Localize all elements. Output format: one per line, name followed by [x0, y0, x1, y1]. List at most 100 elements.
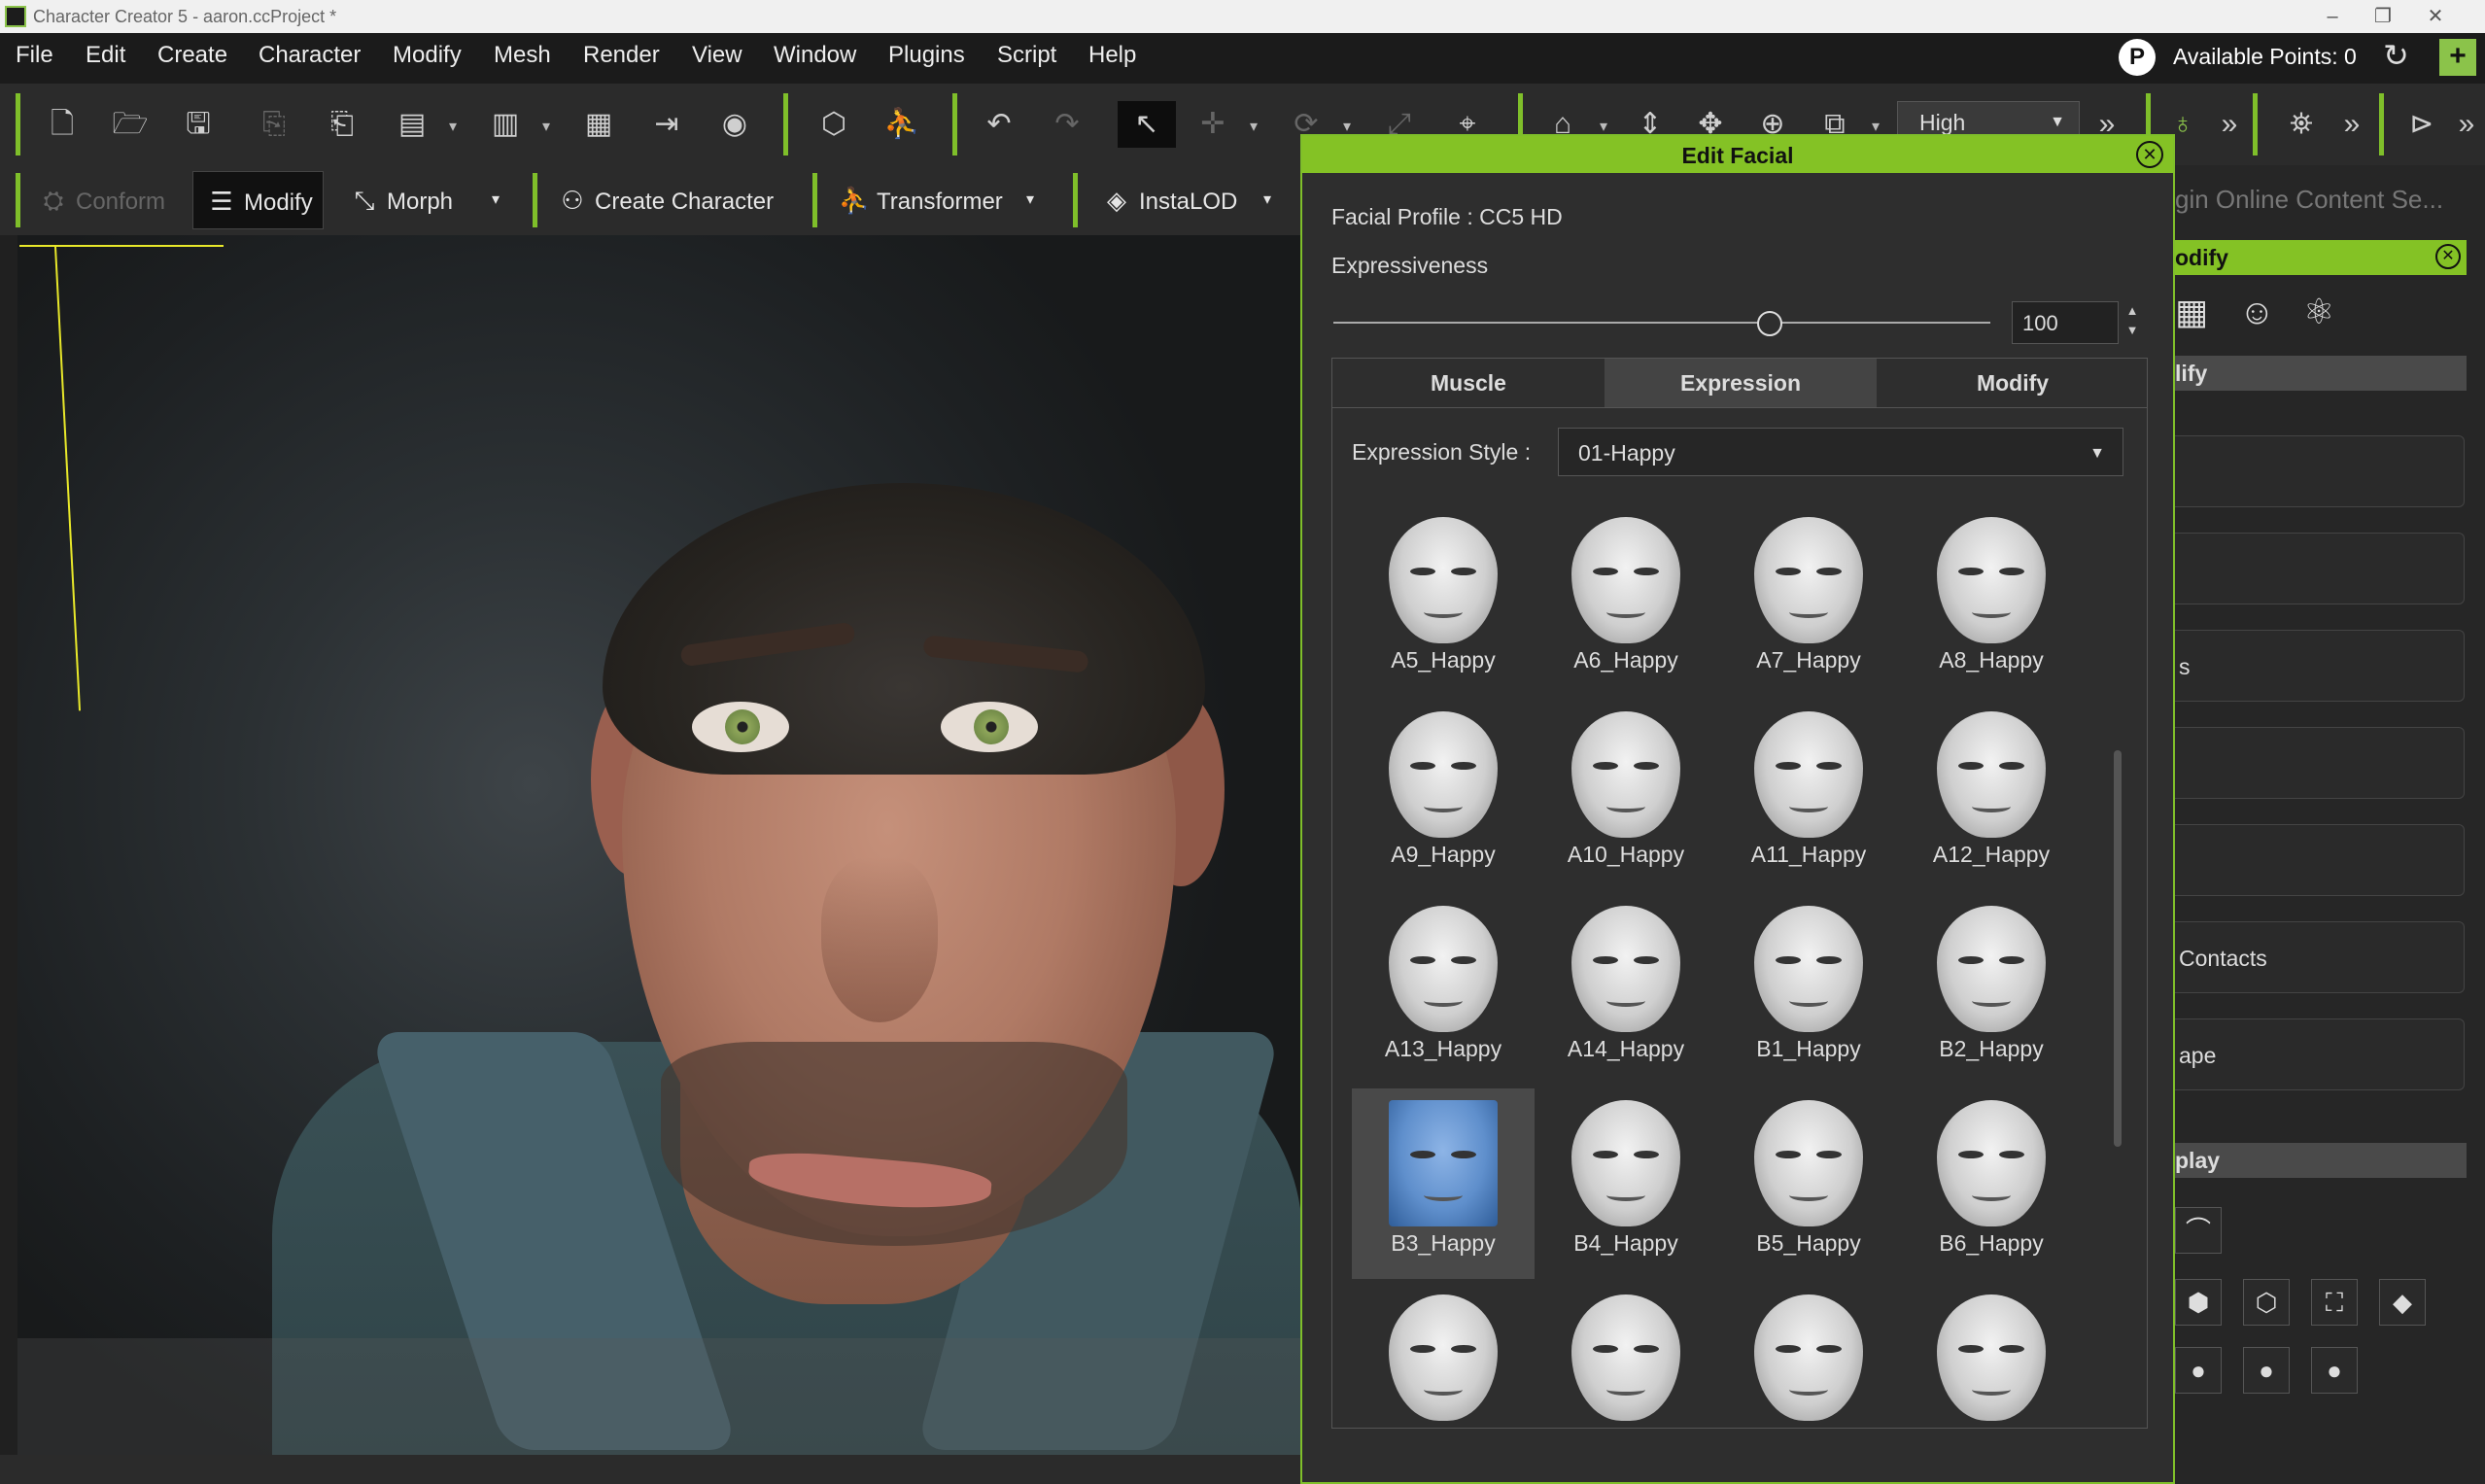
- sphere-icon[interactable]: ●: [2311, 1347, 2358, 1394]
- close-button[interactable]: ✕: [2416, 3, 2455, 30]
- online-content-search[interactable]: gin Online Content Se...: [2175, 185, 2443, 215]
- refresh-icon[interactable]: ↻: [2383, 37, 2409, 74]
- modify-row[interactable]: [2175, 533, 2465, 604]
- transformer-button[interactable]: ⛹ Transformer: [836, 171, 1003, 229]
- more-icon[interactable]: »: [2329, 101, 2375, 148]
- menu-window[interactable]: Window: [774, 42, 856, 69]
- expressiveness-input[interactable]: 100: [2012, 301, 2119, 344]
- open-file-icon[interactable]: 🗁: [107, 101, 154, 148]
- expression-thumbnail[interactable]: B6_Happy: [1900, 1088, 2083, 1279]
- lighting-icon[interactable]: ⛯: [2278, 101, 2325, 148]
- expression-thumbnail[interactable]: A6_Happy: [1535, 505, 1717, 696]
- expression-thumbnail[interactable]: A14_Happy: [1535, 894, 1717, 1085]
- render-icon[interactable]: ◉: [711, 101, 758, 148]
- expression-thumbnail[interactable]: A5_Happy: [1352, 505, 1535, 696]
- menu-plugins[interactable]: Plugins: [888, 42, 965, 69]
- expression-thumbnail[interactable]: A11_Happy: [1717, 700, 1900, 890]
- menu-mesh[interactable]: Mesh: [494, 42, 551, 69]
- redo-icon[interactable]: ↷: [1044, 101, 1090, 148]
- menu-edit[interactable]: Edit: [86, 42, 125, 69]
- scene-icon[interactable]: ⬡: [811, 101, 857, 148]
- close-icon[interactable]: ✕: [2435, 244, 2461, 269]
- expressiveness-stepper[interactable]: ▲ ▼: [2119, 301, 2146, 344]
- pose-icon[interactable]: ⛹: [879, 101, 925, 148]
- sphere-icon[interactable]: ●: [2175, 1347, 2222, 1394]
- menu-script[interactable]: Script: [997, 42, 1056, 69]
- transformer-dropdown-icon[interactable]: ▾: [1026, 171, 1034, 229]
- select-icon[interactable]: ↖: [1118, 101, 1176, 148]
- expression-style-select[interactable]: 01-Happy ▼: [1558, 428, 2123, 476]
- menu-view[interactable]: View: [692, 42, 742, 69]
- minimize-button[interactable]: –: [2313, 3, 2352, 30]
- menu-modify[interactable]: Modify: [393, 42, 462, 69]
- expression-thumbnail[interactable]: [1717, 1283, 1900, 1428]
- add-points-button[interactable]: +: [2439, 39, 2476, 76]
- modify-button[interactable]: ☰ Modify: [192, 171, 324, 229]
- obj-export-icon[interactable]: ▤: [389, 101, 435, 148]
- export-icon[interactable]: ⎗: [319, 101, 365, 148]
- shaded-cube-icon[interactable]: ◆: [2379, 1279, 2426, 1326]
- expression-thumbnail[interactable]: B5_Happy: [1717, 1088, 1900, 1279]
- undo-icon[interactable]: ↶: [976, 101, 1022, 148]
- expression-thumbnail[interactable]: A8_Happy: [1900, 505, 2083, 696]
- expression-thumbnail[interactable]: B1_Happy: [1717, 894, 1900, 1085]
- morph-button[interactable]: ⤡ Morph: [346, 171, 453, 229]
- new-file-icon[interactable]: 🗋: [39, 101, 86, 148]
- modify-row[interactable]: [2175, 435, 2465, 507]
- points-icon[interactable]: P: [2119, 39, 2156, 76]
- menu-file[interactable]: File: [16, 42, 53, 69]
- fullscreen-icon[interactable]: ⛶: [2311, 1279, 2358, 1326]
- expression-thumbnail[interactable]: A10_Happy: [1535, 700, 1717, 890]
- menu-render[interactable]: Render: [583, 42, 660, 69]
- checker-icon[interactable]: ▦: [2175, 292, 2208, 332]
- expressiveness-slider[interactable]: [1333, 322, 1990, 324]
- obj-dropdown-icon[interactable]: ▾: [449, 117, 457, 136]
- play-icon[interactable]: ⊳: [2399, 101, 2445, 148]
- import-ic-icon[interactable]: ⎘: [251, 101, 297, 148]
- move-dropdown-icon[interactable]: ▾: [1250, 117, 1258, 136]
- expression-thumbnail[interactable]: B4_Happy: [1535, 1088, 1717, 1279]
- tab-muscle[interactable]: Muscle: [1332, 359, 1605, 407]
- solid-cube-icon[interactable]: ⬢: [2175, 1279, 2222, 1326]
- rotate-dropdown-icon[interactable]: ▾: [1343, 117, 1351, 136]
- save-icon[interactable]: 🖫: [175, 101, 222, 148]
- wire-cube-icon[interactable]: ⬡: [2243, 1279, 2290, 1326]
- instalod-dropdown-icon[interactable]: ▾: [1263, 171, 1271, 229]
- expression-thumbnail[interactable]: A12_Happy: [1900, 700, 2083, 890]
- expression-thumbnail[interactable]: A7_Happy: [1717, 505, 1900, 696]
- expression-thumbnail[interactable]: [1900, 1283, 2083, 1428]
- move-icon[interactable]: ✛: [1190, 101, 1236, 148]
- fbx-export-icon[interactable]: ▥: [482, 101, 529, 148]
- menu-help[interactable]: Help: [1088, 42, 1136, 69]
- expression-thumbnail[interactable]: A13_Happy: [1352, 894, 1535, 1085]
- sphere-icon[interactable]: ●: [2243, 1347, 2290, 1394]
- expressiveness-slider-handle[interactable]: [1757, 311, 1782, 336]
- modify-row[interactable]: s: [2175, 630, 2465, 702]
- atom-icon[interactable]: ⚛: [2303, 292, 2334, 332]
- modify-row-contacts[interactable]: Contacts: [2175, 921, 2465, 993]
- fbx-dropdown-icon[interactable]: ▾: [542, 117, 550, 136]
- restore-button[interactable]: ❐: [2364, 3, 2402, 30]
- more-icon[interactable]: »: [2449, 101, 2484, 148]
- send-to-icon[interactable]: ⇥: [643, 101, 690, 148]
- more-icon[interactable]: »: [2206, 101, 2253, 148]
- create-character-button[interactable]: ⚇ Create Character: [554, 171, 774, 229]
- modify-row[interactable]: [2175, 727, 2465, 799]
- expression-scrollbar[interactable]: [2114, 750, 2122, 1147]
- instalod-button[interactable]: ◈ InstaLOD: [1098, 171, 1237, 229]
- expression-thumbnail[interactable]: A9_Happy: [1352, 700, 1535, 890]
- menu-character[interactable]: Character: [259, 42, 361, 69]
- expression-thumbnail[interactable]: B2_Happy: [1900, 894, 2083, 1085]
- modify-row-shape[interactable]: ape: [2175, 1018, 2465, 1090]
- close-icon[interactable]: ✕: [2136, 141, 2163, 168]
- conform-button[interactable]: ⛭ Conform: [35, 171, 165, 229]
- expression-thumbnail[interactable]: B3_Happy: [1352, 1088, 1535, 1279]
- 3d-viewport[interactable]: [0, 235, 1302, 1484]
- modify-row[interactable]: [2175, 824, 2465, 896]
- modify-section-header[interactable]: lify: [2175, 356, 2467, 391]
- expression-thumbnail[interactable]: [1535, 1283, 1717, 1428]
- edit-facial-header[interactable]: Edit Facial ✕: [1302, 136, 2173, 173]
- head-icon[interactable]: ☺: [2239, 292, 2275, 332]
- expression-thumbnail[interactable]: [1352, 1283, 1535, 1428]
- morph-dropdown-icon[interactable]: ▾: [492, 171, 500, 229]
